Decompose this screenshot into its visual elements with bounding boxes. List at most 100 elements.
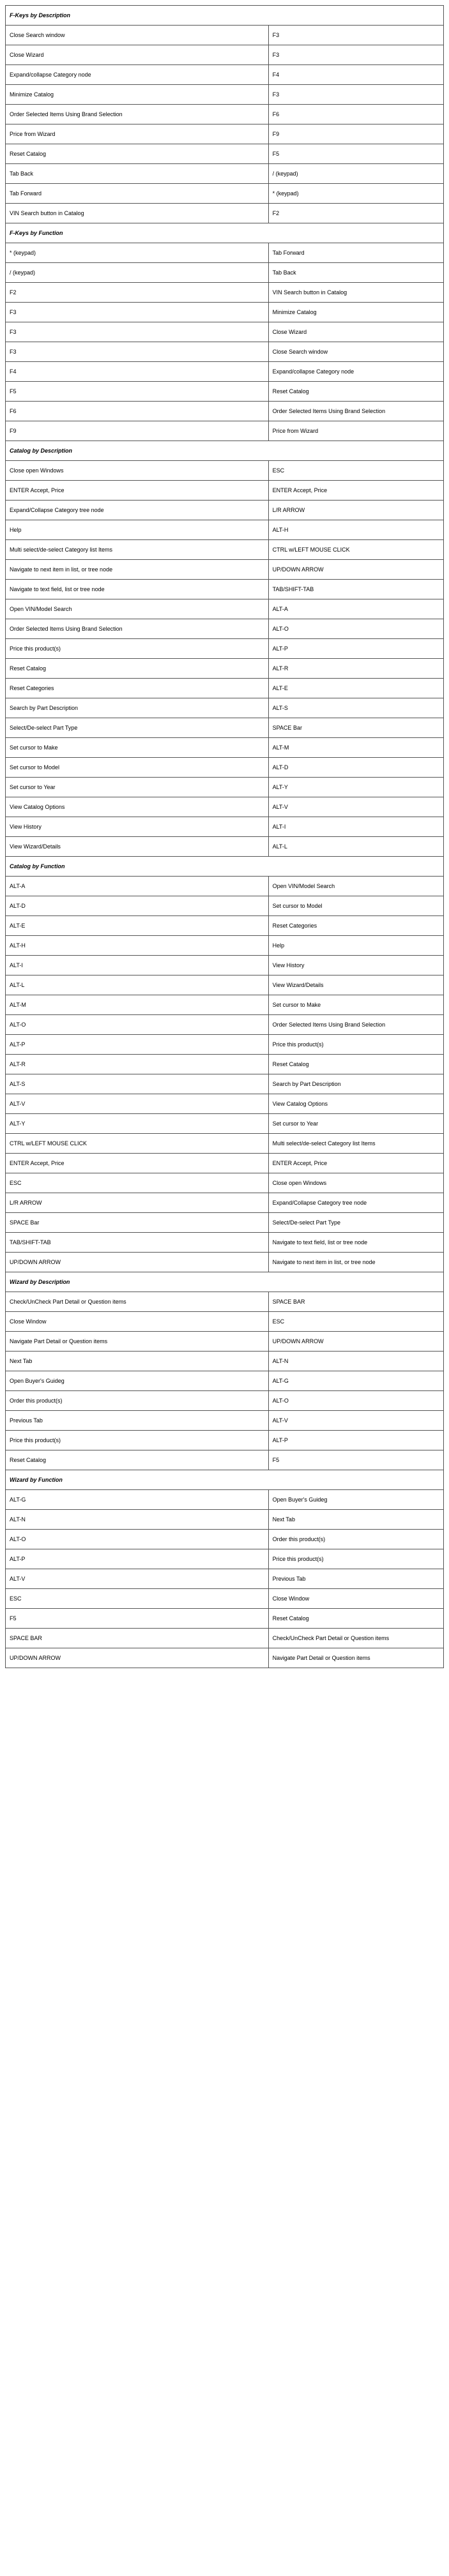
table-row: ALT-RReset Catalog: [6, 1055, 444, 1074]
table-row: Order Selected Items Using Brand Selecti…: [6, 105, 444, 124]
cell-right: UP/DOWN ARROW: [268, 560, 443, 580]
cell-left: Order Selected Items Using Brand Selecti…: [6, 619, 269, 639]
cell-right: Order this product(s): [268, 1530, 443, 1549]
cell-left: F3: [6, 342, 269, 362]
cell-right: / (keypad): [268, 164, 443, 184]
cell-left: Open VIN/Model Search: [6, 599, 269, 619]
section-title: F-Keys by Function: [6, 223, 444, 243]
cell-left: Set cursor to Make: [6, 738, 269, 758]
table-row: F3Close Search window: [6, 342, 444, 362]
cell-right: Reset Catalog: [268, 1055, 443, 1074]
cell-left: ENTER Accept, Price: [6, 1154, 269, 1173]
cell-left: Reset Categories: [6, 679, 269, 698]
cell-left: F2: [6, 283, 269, 303]
cell-left: Expand/collapse Category node: [6, 65, 269, 85]
cell-left: ALT-L: [6, 975, 269, 995]
table-row: Tab Back / (keypad): [6, 164, 444, 184]
cell-right: F6: [268, 105, 443, 124]
cell-right: ENTER Accept, Price: [268, 1154, 443, 1173]
table-row: ENTER Accept, PriceENTER Accept, Price: [6, 1154, 444, 1173]
cell-right: ALT-A: [268, 599, 443, 619]
cell-left: ALT-Y: [6, 1114, 269, 1134]
cell-left: Search by Part Description: [6, 698, 269, 718]
cell-right: Reset Catalog: [268, 1609, 443, 1629]
cell-left: F3: [6, 303, 269, 322]
cell-left: Price from Wizard: [6, 124, 269, 144]
table-row: F3Close Wizard: [6, 322, 444, 342]
cell-left: ALT-A: [6, 877, 269, 896]
table-row: View HistoryALT-I: [6, 817, 444, 837]
cell-left: ALT-I: [6, 956, 269, 975]
cell-right: ALT-S: [268, 698, 443, 718]
cell-right: ALT-Y: [268, 778, 443, 797]
table-row: Tab Forward * (keypad): [6, 184, 444, 204]
table-row: HelpALT-H: [6, 520, 444, 540]
cell-right: Open VIN/Model Search: [268, 877, 443, 896]
table-row: ALT-NNext Tab: [6, 1510, 444, 1530]
cell-left: F6: [6, 402, 269, 421]
cell-left: Navigate Part Detail or Question items: [6, 1332, 269, 1352]
cell-right: Minimize Catalog: [268, 303, 443, 322]
cell-right: ALT-I: [268, 817, 443, 837]
cell-left: / (keypad): [6, 263, 269, 283]
cell-right: Select/De-select Part Type: [268, 1213, 443, 1233]
cell-left: SPACE Bar: [6, 1213, 269, 1233]
table-row: Expand/Collapse Category tree nodeL/R AR…: [6, 501, 444, 520]
table-row: ALT-EReset Categories: [6, 916, 444, 936]
cell-left: View Catalog Options: [6, 797, 269, 817]
cell-right: L/R ARROW: [268, 501, 443, 520]
cell-left: ALT-P: [6, 1035, 269, 1055]
table-row: UP/DOWN ARROWNavigate to next item in li…: [6, 1253, 444, 1272]
table-row: Close WindowESC: [6, 1312, 444, 1332]
section-title: F-Keys by Description: [6, 6, 444, 26]
table-row: Close Search windowF3: [6, 26, 444, 45]
cell-left: ALT-P: [6, 1549, 269, 1569]
cell-left: Close Window: [6, 1312, 269, 1332]
cell-right: ALT-R: [268, 659, 443, 679]
table-row: Set cursor to MakeALT-M: [6, 738, 444, 758]
table-row: * (keypad)Tab Forward: [6, 243, 444, 263]
cell-right: CTRL w/LEFT MOUSE CLICK: [268, 540, 443, 560]
table-row: Open Buyer's GuidegALT-G: [6, 1371, 444, 1391]
cell-right: * (keypad): [268, 184, 443, 204]
table-row: Price this product(s)ALT-P: [6, 1431, 444, 1450]
cell-right: Multi select/de-select Category list Ite…: [268, 1134, 443, 1154]
table-row: Close open WindowsESC: [6, 461, 444, 481]
table-row: Search by Part DescriptionALT-S: [6, 698, 444, 718]
cell-right: Close open Windows: [268, 1173, 443, 1193]
cell-left: ALT-H: [6, 936, 269, 956]
cell-left: ALT-O: [6, 1530, 269, 1549]
cell-left: Check/UnCheck Part Detail or Question it…: [6, 1292, 269, 1312]
cell-left: VIN Search button in Catalog: [6, 204, 269, 223]
table-row: Order this product(s)ALT-O: [6, 1391, 444, 1411]
table-row: Open VIN/Model SearchALT-A: [6, 599, 444, 619]
table-row: Order Selected Items Using Brand Selecti…: [6, 619, 444, 639]
table-row: Navigate to text field, list or tree nod…: [6, 580, 444, 599]
cell-left: ALT-O: [6, 1015, 269, 1035]
section-header-row: F-Keys by Description: [6, 6, 444, 26]
cell-left: Next Tab: [6, 1352, 269, 1371]
cell-right: Navigate to next item in list, or tree n…: [268, 1253, 443, 1272]
cell-left: UP/DOWN ARROW: [6, 1253, 269, 1272]
section-header-row: Wizard by Description: [6, 1272, 444, 1292]
cell-right: SPACE BAR: [268, 1292, 443, 1312]
table-row: ALT-OOrder this product(s): [6, 1530, 444, 1549]
cell-right: F3: [268, 26, 443, 45]
cell-right: Reset Categories: [268, 916, 443, 936]
cell-right: ALT-O: [268, 1391, 443, 1411]
cell-right: ALT-P: [268, 639, 443, 659]
cell-right: Price this product(s): [268, 1549, 443, 1569]
cell-left: Price this product(s): [6, 1431, 269, 1450]
cell-right: ESC: [268, 1312, 443, 1332]
table-row: Reset CatalogF5: [6, 144, 444, 164]
cell-left: Close open Windows: [6, 461, 269, 481]
cell-left: Navigate to text field, list or tree nod…: [6, 580, 269, 599]
table-row: Price this product(s)ALT-P: [6, 639, 444, 659]
table-row: ALT-OOrder Selected Items Using Brand Se…: [6, 1015, 444, 1035]
table-row: ALT-PPrice this product(s): [6, 1035, 444, 1055]
table-row: ENTER Accept, PriceENTER Accept, Price: [6, 481, 444, 501]
table-row: Reset CatalogF5: [6, 1450, 444, 1470]
cell-right: F3: [268, 85, 443, 105]
cell-left: View History: [6, 817, 269, 837]
cell-right: ESC: [268, 461, 443, 481]
